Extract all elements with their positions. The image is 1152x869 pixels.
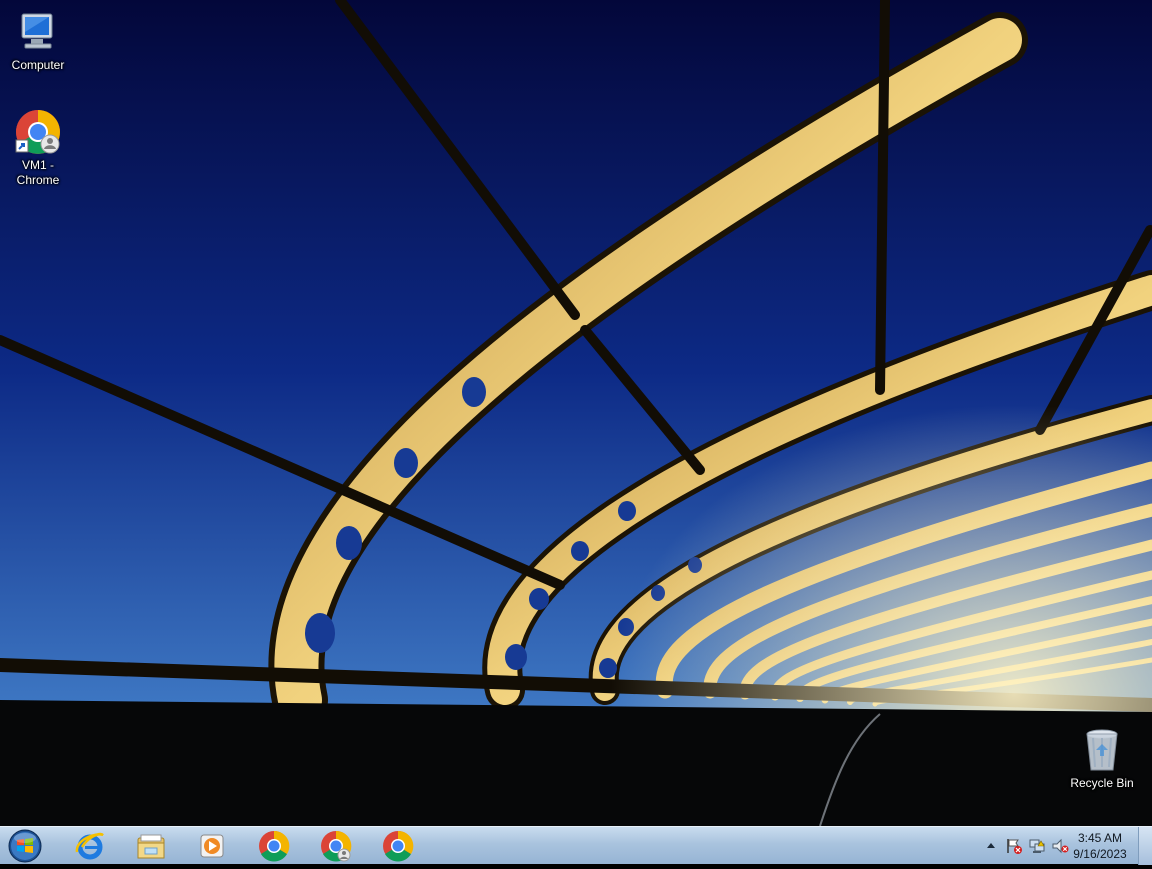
network-icon[interactable] [1028, 837, 1046, 855]
recycle-bin-icon [1078, 726, 1126, 774]
taskbar-chrome[interactable] [246, 828, 302, 864]
taskbar-internet-explorer[interactable] [62, 828, 118, 864]
taskbar: 3:45 AM 9/16/2023 [0, 826, 1152, 865]
taskbar-chrome-2[interactable] [370, 828, 426, 864]
start-button[interactable] [6, 828, 44, 864]
clock-time: 3:45 AM [1077, 831, 1123, 845]
chrome-profile-shortcut-icon [14, 108, 62, 156]
volume-muted-icon[interactable] [1051, 837, 1069, 855]
chrome-profile-icon [321, 830, 352, 862]
taskbar-file-explorer[interactable] [123, 828, 179, 864]
desktop-icon-recycle-bin[interactable]: Recycle Bin [1064, 726, 1140, 791]
chrome-icon [259, 830, 290, 862]
file-explorer-icon [137, 834, 165, 859]
taskbar-media-player[interactable] [184, 828, 240, 864]
desktop-icon-vm1-chrome[interactable]: VM1 - Chrome [0, 108, 76, 188]
show-hidden-icons-arrow[interactable] [982, 837, 1000, 855]
media-player-icon [200, 834, 224, 858]
clock-date: 9/16/2023 [1073, 847, 1127, 861]
start-orb-icon [8, 829, 42, 863]
computer-icon [14, 8, 62, 56]
taskbar-chrome-profile[interactable] [308, 828, 364, 864]
show-desktop-button[interactable] [1138, 827, 1152, 865]
system-tray: 3:45 AM 9/16/2023 [962, 827, 1152, 865]
desktop-icon-computer[interactable]: Computer [0, 8, 76, 73]
clock[interactable]: 3:45 AM 9/16/2023 [1068, 830, 1132, 862]
desktop-icon-label: VM1 - Chrome [16, 158, 60, 187]
chrome-icon [383, 830, 414, 862]
desktop-icon-label: Computer [11, 58, 65, 72]
action-center-flag-icon[interactable] [1005, 837, 1023, 855]
internet-explorer-icon [75, 832, 104, 860]
desktop-icon-label: Recycle Bin [1070, 776, 1134, 790]
desktop-wallpaper [0, 0, 1152, 826]
